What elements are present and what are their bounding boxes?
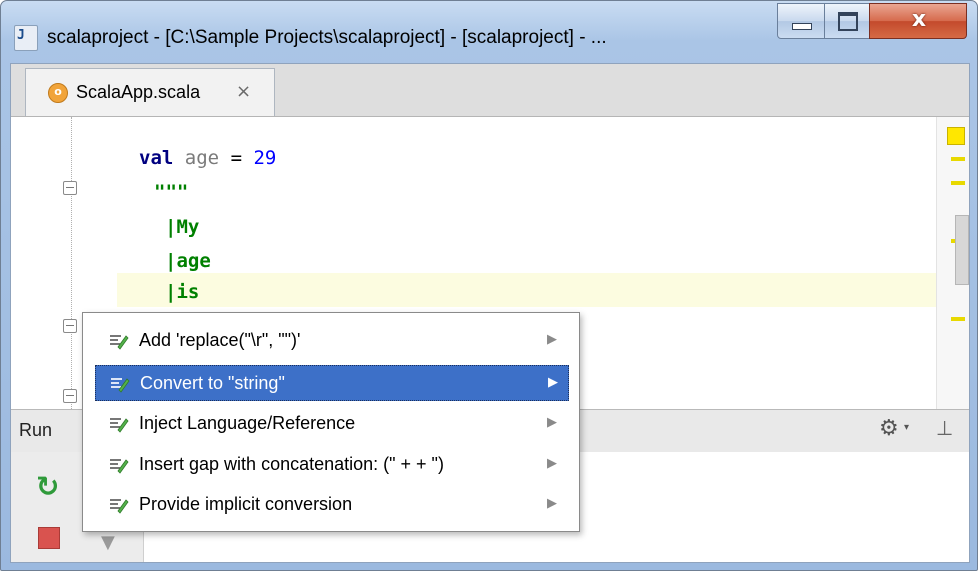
scala-object-icon: o [48,83,68,103]
intention-bulb-icon [109,415,129,433]
submenu-arrow-icon: ▶ [547,332,557,347]
operator: = [230,147,243,169]
editor-tab-bar: o ScalaApp.scala × [11,64,969,117]
window-title: scalaproject - [C:\Sample Projects\scala… [47,27,607,48]
app-icon-letter: J [17,28,25,43]
intention-actions-popup: Add 'replace("\r", "")' ▶ Convert to "st… [82,312,580,532]
vertical-scrollbar-thumb[interactable] [955,215,969,285]
code-line-1: val age = 29 [139,147,276,169]
intention-label: Insert gap with concatenation: (" + + ") [139,454,444,474]
submenu-arrow-icon: ▶ [547,496,557,511]
close-window-button[interactable]: x [869,3,967,39]
intention-bulb-icon [109,496,129,514]
submenu-arrow-icon: ▶ [547,456,557,471]
submenu-arrow-icon: ▶ [548,375,558,390]
warning-marker[interactable] [951,317,965,321]
chevron-down-icon[interactable]: ▾ [904,422,909,433]
code-line-2: """ [154,181,189,203]
intention-item-implicit-conversion[interactable]: Provide implicit conversion ▶ [95,487,569,523]
maximize-icon [838,12,858,31]
warning-marker[interactable] [951,181,965,185]
fold-marker-icon[interactable] [63,389,77,403]
identifier-age: age [184,147,220,169]
intention-label: Provide implicit conversion [139,494,353,514]
hide-panel-icon[interactable]: ⊥ [936,416,953,440]
intention-item-insert-gap[interactable]: Insert gap with concatenation: (" + + ")… [95,447,569,483]
intention-bulb-icon [109,332,129,350]
intention-label: Convert to "string" [140,373,285,393]
intention-label: Add 'replace("\r", "")' [139,330,301,350]
current-line-highlight [11,273,936,307]
stop-icon[interactable] [38,527,60,549]
tab-label: ScalaApp.scala [76,82,201,102]
warning-marker[interactable] [951,157,965,161]
rerun-icon[interactable]: ↻ [36,470,59,503]
warning-status-icon[interactable] [947,127,965,145]
code-line-3: |My [165,216,200,238]
title-bar[interactable]: J scalaproject - [C:\Sample Projects\sca… [1,1,977,61]
tab-close-icon[interactable]: × [236,81,251,102]
intention-item-add-replace[interactable]: Add 'replace("\r", "")' ▶ [95,323,569,359]
intention-item-inject-language[interactable]: Inject Language/Reference ▶ [95,406,569,442]
fold-guide [71,117,72,409]
minimize-button[interactable] [777,3,825,39]
tab-scalaapp[interactable]: o ScalaApp.scala × [25,68,275,116]
number-literal: 29 [253,147,277,169]
intention-label: Inject Language/Reference [139,413,356,433]
fold-marker-icon[interactable] [63,181,77,195]
submenu-arrow-icon: ▶ [547,415,557,430]
minimize-icon [792,23,812,30]
close-icon: x [911,7,927,32]
run-toolbar: ↻ [11,452,78,562]
app-icon[interactable]: J [14,25,38,51]
fold-marker-icon[interactable] [63,319,77,333]
gear-icon[interactable]: ⚙ [879,416,899,441]
code-line-4: |age [165,250,211,272]
maximize-button[interactable] [824,3,870,39]
arrow-down-icon[interactable]: ▼ [101,532,115,553]
intention-bulb-icon [110,375,130,393]
run-toolwindow-title[interactable]: Run [19,420,52,441]
intention-bulb-icon [109,456,129,474]
code-line-5: |is [165,281,200,303]
intention-item-convert-to-string[interactable]: Convert to "string" ▶ [95,365,569,401]
keyword-val: val [139,147,174,169]
